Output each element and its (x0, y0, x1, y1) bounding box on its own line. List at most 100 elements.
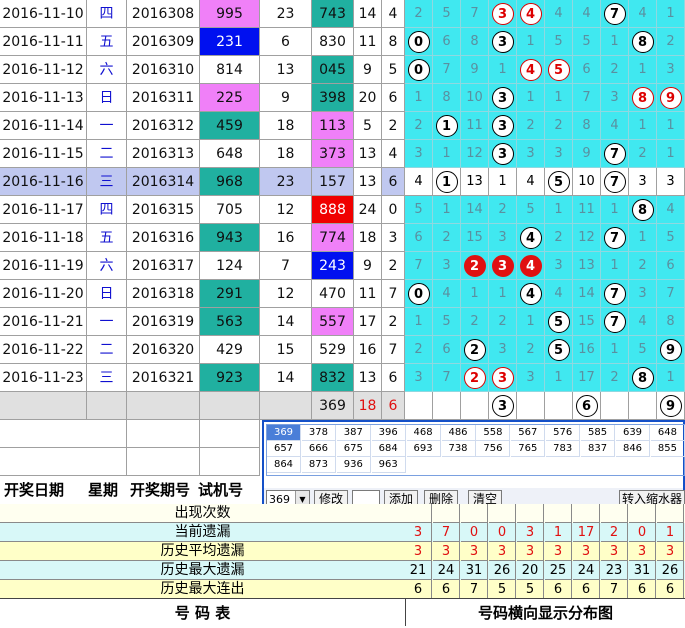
candidate-number[interactable]: 783 (546, 441, 581, 457)
candidate-number[interactable]: 675 (336, 441, 371, 457)
test-number: 995 (200, 0, 260, 28)
empty-cell (200, 448, 260, 476)
candidate-number[interactable]: 576 (546, 425, 581, 441)
distribution-cell: 2 (461, 252, 489, 280)
distribution-cell: 7 (601, 0, 629, 28)
omission-value: 2 (526, 118, 535, 133)
stat-value: 23 (601, 561, 628, 580)
omission-value: 2 (498, 202, 507, 217)
candidate-number[interactable]: 873 (301, 457, 336, 473)
candidate-number[interactable]: 558 (476, 425, 511, 441)
distribution-cell: 8 (629, 364, 657, 392)
omission-value: 10 (466, 90, 483, 105)
candidate-number[interactable]: 648 (650, 425, 685, 441)
test-number: 648 (200, 140, 260, 168)
distribution-cell: 1 (657, 364, 685, 392)
candidate-number[interactable]: 486 (441, 425, 476, 441)
stat-value (657, 504, 684, 523)
candidate-number[interactable]: 387 (336, 425, 371, 441)
candidate-number[interactable]: 567 (511, 425, 546, 441)
number-ball: 8 (631, 366, 654, 389)
omission-value: 11 (578, 202, 595, 217)
candidate-number[interactable]: 369 (267, 425, 301, 441)
distribution-cell: 5 (433, 308, 461, 336)
weekday: 一 (87, 112, 127, 140)
number-ball: 4 (519, 58, 542, 81)
candidate-number[interactable]: 846 (616, 441, 650, 457)
stat-value: 5 (489, 580, 516, 599)
omission-value: 2 (526, 342, 535, 357)
stat-value: 31 (629, 561, 656, 580)
candidate-number[interactable]: 765 (511, 441, 546, 457)
omission-value: 11 (466, 118, 483, 133)
weekday: 四 (87, 0, 127, 28)
omission-value: 3 (554, 258, 563, 273)
pending-cell (545, 392, 573, 420)
distribution-cell: 3 (489, 84, 517, 112)
stat-value: 26 (489, 561, 516, 580)
candidate-number[interactable]: 855 (650, 441, 685, 457)
distribution-cell: 10 (573, 168, 601, 196)
blank (200, 392, 260, 420)
distribution-cell: 12 (573, 224, 601, 252)
distribution-cell: 9 (461, 56, 489, 84)
candidate-number[interactable]: 396 (371, 425, 406, 441)
draw-number: 888 (312, 196, 354, 224)
weekday: 三 (87, 168, 127, 196)
span-value: 6 (382, 364, 405, 392)
distribution-cell: 1 (517, 84, 545, 112)
omission-value: 13 (578, 258, 595, 273)
table-row: 2016-11-18 五 2016316 943 16 774 18 3 6 2 15 3 4 2 12 7 1… (0, 224, 685, 252)
distribution-cell: 6 (433, 336, 461, 364)
omission-value: 1 (666, 146, 675, 161)
candidate-number[interactable]: 963 (371, 457, 406, 473)
issue-number: 2016314 (127, 168, 200, 196)
stat-value: 1 (545, 523, 572, 542)
candidate-number[interactable]: 378 (301, 425, 336, 441)
distribution-cell: 8 (629, 196, 657, 224)
test-sum: 23 (260, 0, 312, 28)
distribution-cell: 1 (433, 112, 461, 140)
distribution-cell: 2 (433, 224, 461, 252)
distribution-cell: 1 (601, 336, 629, 364)
distribution-cell: 4 (405, 168, 433, 196)
omission-value: 3 (498, 342, 507, 357)
candidate-number[interactable]: 657 (267, 441, 301, 457)
omission-value: 4 (554, 286, 563, 301)
candidate-number[interactable]: 693 (406, 441, 441, 457)
distribution-cell: 3 (489, 252, 517, 280)
omission-value: 1 (470, 286, 479, 301)
draw-date: 2016-11-13 (0, 84, 87, 112)
candidate-number[interactable]: 738 (441, 441, 476, 457)
candidate-number[interactable]: 666 (301, 441, 336, 457)
test-number: 814 (200, 56, 260, 84)
candidate-number[interactable]: 864 (267, 457, 301, 473)
issue-number: 2016319 (127, 308, 200, 336)
candidate-number[interactable]: 837 (581, 441, 616, 457)
distribution-cell: 4 (629, 0, 657, 28)
candidate-number[interactable]: 639 (616, 425, 650, 441)
distribution-cell: 8 (629, 84, 657, 112)
distribution-cell: 3 (545, 140, 573, 168)
stat-row: 当前遗漏 3 7 0 0 3 1 17 2 0 1 (0, 523, 685, 542)
number-ball: 4 (519, 2, 542, 25)
pending-cell (433, 392, 461, 420)
draw-date: 2016-11-15 (0, 140, 87, 168)
candidate-number[interactable]: 585 (581, 425, 616, 441)
test-number: 968 (200, 168, 260, 196)
candidate-number[interactable]: 684 (371, 441, 406, 457)
omission-value: 4 (582, 6, 591, 21)
omission-value: 3 (414, 146, 423, 161)
header-week: 星期 (88, 481, 119, 499)
candidate-number[interactable]: 756 (476, 441, 511, 457)
weekday: 一 (87, 308, 127, 336)
candidate-number[interactable]: 936 (336, 457, 371, 473)
distribution-cell: 5 (657, 224, 685, 252)
distribution-cell: 7 (657, 280, 685, 308)
draw-number: 045 (312, 56, 354, 84)
candidate-number[interactable]: 468 (406, 425, 441, 441)
omission-value: 4 (638, 6, 647, 21)
distribution-cell: 1 (517, 28, 545, 56)
draw-sum: 24 (354, 196, 382, 224)
stat-row: 历史平均遗漏 3 3 3 3 3 3 3 3 3 3 (0, 542, 685, 561)
